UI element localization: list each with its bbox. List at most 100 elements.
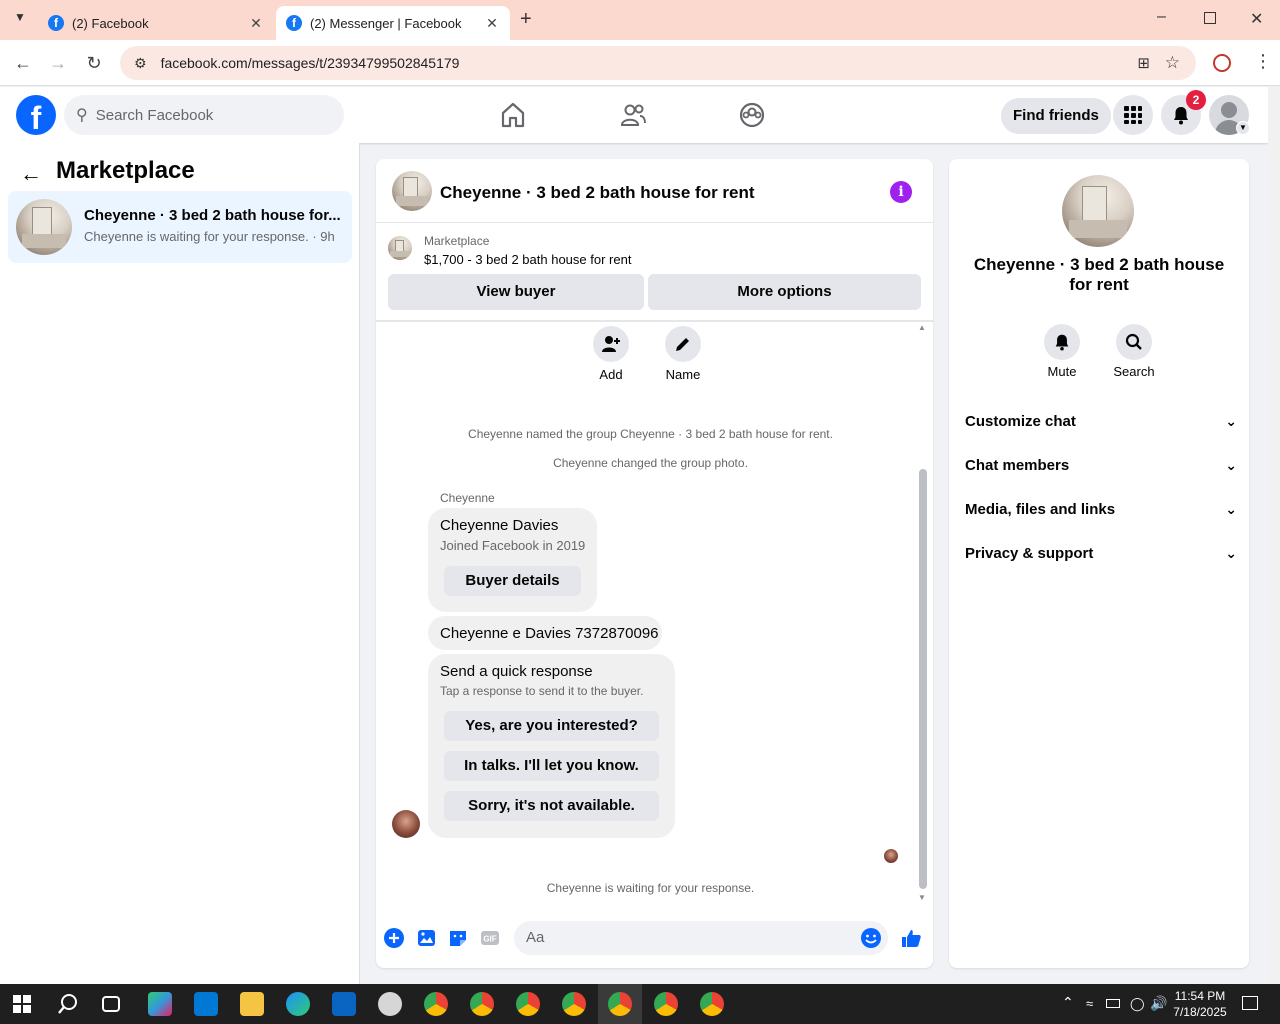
edge-icon[interactable]: [286, 992, 310, 1016]
facebook-favicon-icon: f: [48, 15, 64, 31]
photo-icon[interactable]: [415, 927, 437, 949]
gif-icon[interactable]: GIF: [479, 927, 501, 949]
close-window-button[interactable]: ✕: [1250, 9, 1263, 29]
restore-button[interactable]: [1204, 12, 1216, 24]
search-button[interactable]: [1116, 324, 1152, 360]
search-label: Search: [1113, 364, 1155, 379]
section-label: Privacy & support: [965, 544, 1094, 562]
system-tray-chevron-icon[interactable]: ⌃: [1062, 994, 1074, 1011]
back-icon[interactable]: ←: [12, 52, 34, 74]
media-files-links-section[interactable]: Media, files and links ⌄: [965, 497, 1237, 521]
meet-now-icon[interactable]: ◯: [1130, 996, 1145, 1012]
bookmark-star-icon[interactable]: ☆: [1165, 53, 1180, 73]
back-arrow-icon[interactable]: ←: [20, 161, 42, 187]
search-icon: [1125, 333, 1142, 350]
chevron-down-icon: ⌄: [1225, 456, 1237, 473]
search-input[interactable]: ⚲ Search Facebook: [64, 95, 344, 135]
friends-icon[interactable]: [619, 101, 647, 129]
privacy-support-section[interactable]: Privacy & support ⌄: [965, 541, 1237, 565]
chrome-profile-icon[interactable]: [654, 992, 678, 1016]
plus-circle-icon[interactable]: [383, 927, 405, 949]
outlook-icon[interactable]: [332, 992, 356, 1016]
chat-avatar[interactable]: [392, 171, 432, 211]
chrome-profile-icon[interactable]: [608, 992, 632, 1016]
volume-icon[interactable]: 🔊: [1150, 995, 1167, 1012]
clock[interactable]: 11:54 PM 7/18/2025: [1172, 988, 1228, 1020]
marketplace-label: Marketplace: [424, 234, 490, 248]
menu-grid-button[interactable]: [1113, 95, 1153, 135]
wifi-icon[interactable]: ≈: [1086, 996, 1093, 1011]
chevron-down-icon: ⌄: [1225, 412, 1237, 429]
close-tab-icon[interactable]: ✕: [484, 15, 500, 32]
name-group-button[interactable]: [665, 326, 701, 362]
notification-badge: 2: [1186, 90, 1206, 110]
chrome-profile-icon[interactable]: [516, 992, 540, 1016]
add-people-button[interactable]: [593, 326, 629, 362]
message-input[interactable]: Aa: [514, 921, 888, 955]
store-icon[interactable]: [194, 992, 218, 1016]
find-friends-button[interactable]: Find friends: [1001, 98, 1111, 134]
battery-icon[interactable]: [1106, 999, 1120, 1008]
menu-kebab-icon[interactable]: ⋮: [1254, 51, 1272, 72]
conversation-item[interactable]: Cheyenne · 3 bed 2 bath house for... Che…: [8, 191, 352, 263]
facebook-logo-icon[interactable]: f: [16, 95, 56, 136]
group-photo[interactable]: [1062, 175, 1134, 247]
chat-members-section[interactable]: Chat members ⌄: [965, 453, 1237, 477]
url-text: facebook.com/messages/t/2393479950284517…: [160, 55, 460, 71]
reload-icon[interactable]: ↻: [83, 52, 105, 74]
tab-facebook[interactable]: f (2) Facebook ✕: [38, 6, 274, 40]
paint-icon[interactable]: [378, 992, 402, 1016]
file-explorer-icon[interactable]: [240, 992, 264, 1016]
profile-icon[interactable]: [1213, 54, 1231, 72]
chat-header: Cheyenne · 3 bed 2 bath house for rent i: [376, 159, 933, 223]
site-settings-icon[interactable]: ⚙: [134, 55, 147, 72]
system-message: Cheyenne changed the group photo.: [553, 456, 748, 470]
forward-icon[interactable]: →: [47, 52, 69, 74]
buyer-details-button[interactable]: Buyer details: [444, 566, 581, 596]
chrome-profile-icon[interactable]: [562, 992, 586, 1016]
listing-title[interactable]: $1,700 - 3 bed 2 bath house for rent: [424, 252, 631, 267]
view-buyer-button[interactable]: View buyer: [388, 274, 644, 310]
emoji-icon[interactable]: [860, 927, 882, 949]
notification-center-icon[interactable]: [1242, 996, 1258, 1010]
more-options-button[interactable]: More options: [648, 274, 921, 310]
message-bubble: Cheyenne e Davies 7372870096: [428, 616, 662, 650]
bell-icon: [1055, 334, 1069, 351]
home-icon[interactable]: [499, 101, 527, 129]
quick-response-unavailable[interactable]: Sorry, it's not available.: [444, 791, 659, 821]
section-label: Chat members: [965, 456, 1070, 474]
scroll-down-icon[interactable]: ▼: [918, 893, 926, 902]
chrome-icon[interactable]: [424, 992, 448, 1016]
chat-title[interactable]: Cheyenne · 3 bed 2 bath house for rent: [440, 183, 755, 203]
install-app-icon[interactable]: ⊞: [1137, 54, 1150, 72]
quick-response-in-talks[interactable]: In talks. I'll let you know.: [444, 751, 659, 781]
pencil-icon: [676, 338, 689, 351]
task-view-icon[interactable]: [102, 996, 120, 1012]
account-chevron-icon[interactable]: ▼: [1236, 121, 1250, 135]
section-label: Customize chat: [965, 412, 1076, 430]
tab-search-dropdown[interactable]: ▼: [10, 10, 30, 30]
mute-button[interactable]: [1044, 324, 1080, 360]
page-scrollbar[interactable]: [1268, 87, 1280, 984]
taskbar-search-icon[interactable]: [56, 992, 80, 1016]
new-tab-button[interactable]: +: [520, 8, 532, 31]
close-tab-icon[interactable]: ✕: [248, 15, 264, 32]
info-icon[interactable]: i: [890, 181, 912, 203]
thumbs-up-icon[interactable]: [900, 927, 922, 949]
tab-messenger[interactable]: f (2) Messenger | Facebook ✕: [276, 6, 510, 40]
sticker-icon[interactable]: [447, 927, 469, 949]
customize-chat-section[interactable]: Customize chat ⌄: [965, 409, 1237, 433]
chat-scrollbar[interactable]: [919, 469, 927, 889]
quick-response-yes[interactable]: Yes, are you interested?: [444, 711, 659, 741]
chrome-profile-icon[interactable]: [700, 992, 724, 1016]
quick-response-subtitle: Tap a response to send it to the buyer.: [440, 684, 644, 698]
sender-avatar[interactable]: [392, 810, 420, 838]
chrome-profile-icon[interactable]: [470, 992, 494, 1016]
address-bar[interactable]: ⚙ facebook.com/messages/t/23934799502845…: [120, 46, 1196, 80]
scroll-up-icon[interactable]: ▲: [918, 323, 926, 332]
groups-icon[interactable]: [738, 101, 766, 129]
minimize-button[interactable]: –: [1157, 8, 1166, 26]
listing-thumbnail[interactable]: [388, 236, 412, 260]
windows-start-icon[interactable]: [10, 992, 34, 1016]
copilot-icon[interactable]: [148, 992, 172, 1016]
